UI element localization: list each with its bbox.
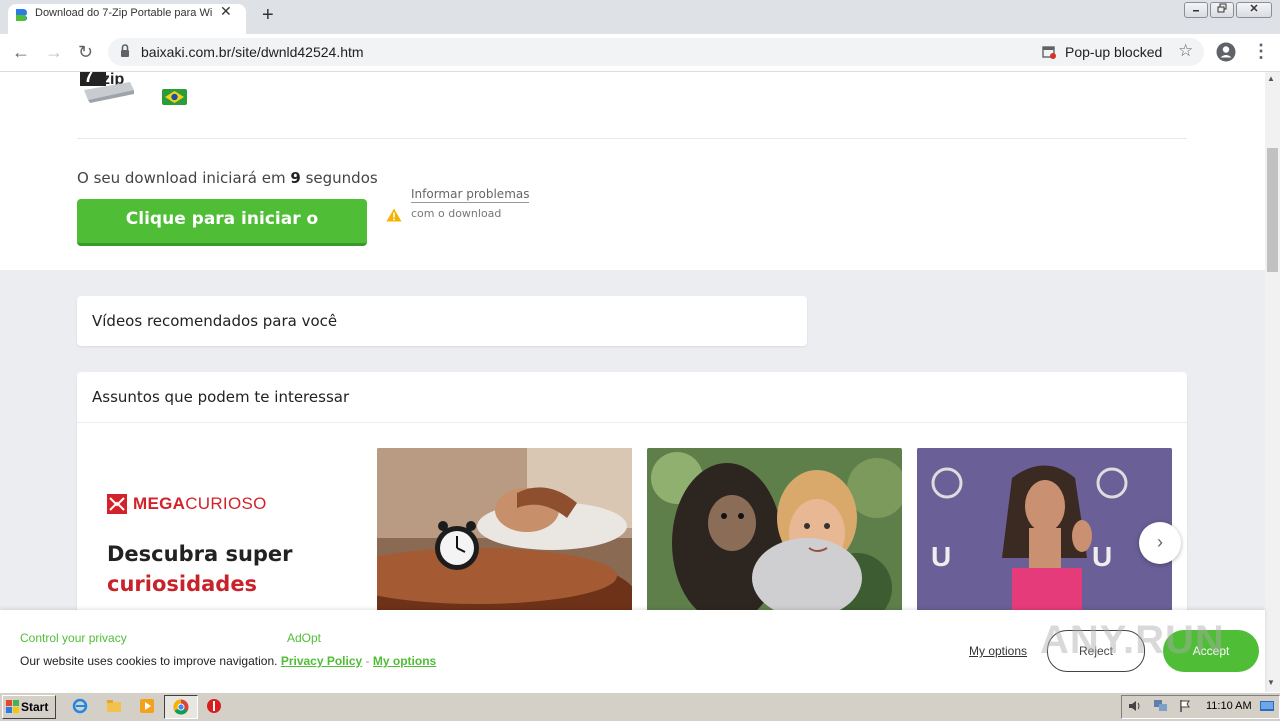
tab-title: Download do 7-Zip Portable para Wi <box>35 7 213 19</box>
article-thumbnail-celebrity[interactable]: U U <box>917 448 1172 618</box>
megacurioso-logo-icon <box>107 494 127 514</box>
chrome-icon <box>173 699 189 715</box>
7zip-logo-icon: 7 zip <box>80 72 134 103</box>
scroll-up-icon[interactable]: ▲ <box>1267 74 1275 83</box>
article-thumbnail-alarm-clock[interactable] <box>377 448 632 618</box>
close-window-button[interactable] <box>1236 2 1272 18</box>
network-icon[interactable] <box>1153 699 1169 713</box>
forward-button[interactable]: → <box>45 42 63 62</box>
topics-title: Assuntos que podem te interessar <box>92 388 350 406</box>
bookmark-star-icon[interactable]: ☆ <box>1178 41 1193 61</box>
restore-icon <box>1217 3 1227 13</box>
taskbar-clock[interactable]: 11:10 AM <box>1206 700 1252 712</box>
baixaki-favicon-icon <box>16 9 27 21</box>
cookie-brand[interactable]: AdOpt <box>287 631 321 645</box>
cookie-message-text: Our website uses cookies to improve navi… <box>20 654 278 668</box>
anyrun-watermark: ANY.RUN <box>1040 618 1225 662</box>
cookie-separator: - <box>365 654 370 668</box>
popup-blocked-label[interactable]: Pop-up blocked <box>1065 44 1162 60</box>
topics-divider <box>77 422 1187 423</box>
start-label: Start <box>21 700 49 714</box>
cookie-message: Our website uses cookies to improve navi… <box>20 654 436 668</box>
scrollbar-thumb[interactable] <box>1267 148 1278 272</box>
svg-text:U: U <box>1092 541 1112 572</box>
minimize-icon <box>1193 10 1199 12</box>
megacurioso-logo-curioso: CURIOSO <box>185 494 267 513</box>
megacurioso-logo[interactable]: MEGACURIOSO <box>133 494 267 514</box>
chrome-taskbar-button[interactable] <box>164 695 198 719</box>
promo-heading-line1: Descubra super <box>107 542 293 566</box>
minimize-button[interactable] <box>1184 2 1208 18</box>
antivirus-alert-icon[interactable] <box>206 698 222 714</box>
recommended-videos-card: Vídeos recomendados para você <box>77 296 807 346</box>
report-problems-sub[interactable]: com o download <box>411 207 501 220</box>
windows-logo-icon <box>6 700 19 713</box>
back-button[interactable]: ← <box>12 42 30 62</box>
cookie-title: Control your privacy <box>20 631 127 645</box>
file-explorer-icon[interactable] <box>106 698 122 714</box>
new-tab-button[interactable]: + <box>262 5 274 25</box>
countdown-prefix: O seu download iniciará em <box>77 169 291 187</box>
privacy-policy-link[interactable]: Privacy Policy <box>281 654 362 668</box>
alarm-clock-image-icon <box>377 448 632 618</box>
brazil-flag-icon <box>162 89 187 105</box>
svg-text:7: 7 <box>84 72 94 86</box>
show-desktop-icon[interactable] <box>1259 700 1275 712</box>
restore-button[interactable] <box>1210 2 1234 18</box>
scroll-down-icon[interactable]: ▼ <box>1267 678 1275 687</box>
article-thumbnail-chimpanzee[interactable] <box>647 448 902 618</box>
recommended-videos-title: Vídeos recomendados para você <box>92 312 338 330</box>
download-countdown: O seu download iniciará em 9 segundos <box>77 169 378 187</box>
start-download-button[interactable]: Clique para iniciar o download <box>77 199 367 269</box>
start-button[interactable]: Start <box>2 695 56 719</box>
my-options-link[interactable]: My options <box>969 644 1027 658</box>
report-problems-link[interactable]: Informar problemas <box>411 187 530 203</box>
profile-icon[interactable] <box>1216 42 1236 62</box>
url-text[interactable]: baixaki.com.br/site/dwnld42524.htm <box>141 44 364 60</box>
celebrity-image-icon: U U <box>917 448 1172 618</box>
countdown-suffix: segundos <box>300 169 378 187</box>
countdown-seconds: 9 <box>290 169 301 187</box>
system-tray <box>1121 695 1280 719</box>
page-viewport: 7 zip O seu download iniciará em 9 segun… <box>0 72 1265 692</box>
popup-blocked-icon <box>1042 46 1056 59</box>
promo-heading-line2: curiosidades <box>107 572 258 596</box>
chimpanzee-image-icon <box>647 448 902 618</box>
download-card: 7 zip O seu download iniciará em 9 segun… <box>0 72 1265 270</box>
warning-icon <box>386 208 402 222</box>
megacurioso-logo-mega: MEGA <box>133 494 186 513</box>
media-player-icon[interactable] <box>139 698 155 714</box>
carousel-next-button[interactable]: › <box>1139 522 1181 564</box>
browser-menu-icon[interactable]: ⋮ <box>1252 41 1270 62</box>
section-divider <box>77 138 1187 139</box>
action-center-flag-icon[interactable] <box>1178 699 1192 713</box>
my-options-inline-link[interactable]: My options <box>373 654 436 668</box>
close-icon <box>1250 4 1258 12</box>
volume-icon[interactable] <box>1128 700 1142 712</box>
reload-button[interactable]: ↻ <box>78 42 93 62</box>
lock-icon <box>121 44 129 57</box>
svg-text:U: U <box>931 541 951 572</box>
tab-close-icon[interactable]: ✕ <box>220 3 232 20</box>
internet-explorer-icon[interactable] <box>72 698 88 714</box>
